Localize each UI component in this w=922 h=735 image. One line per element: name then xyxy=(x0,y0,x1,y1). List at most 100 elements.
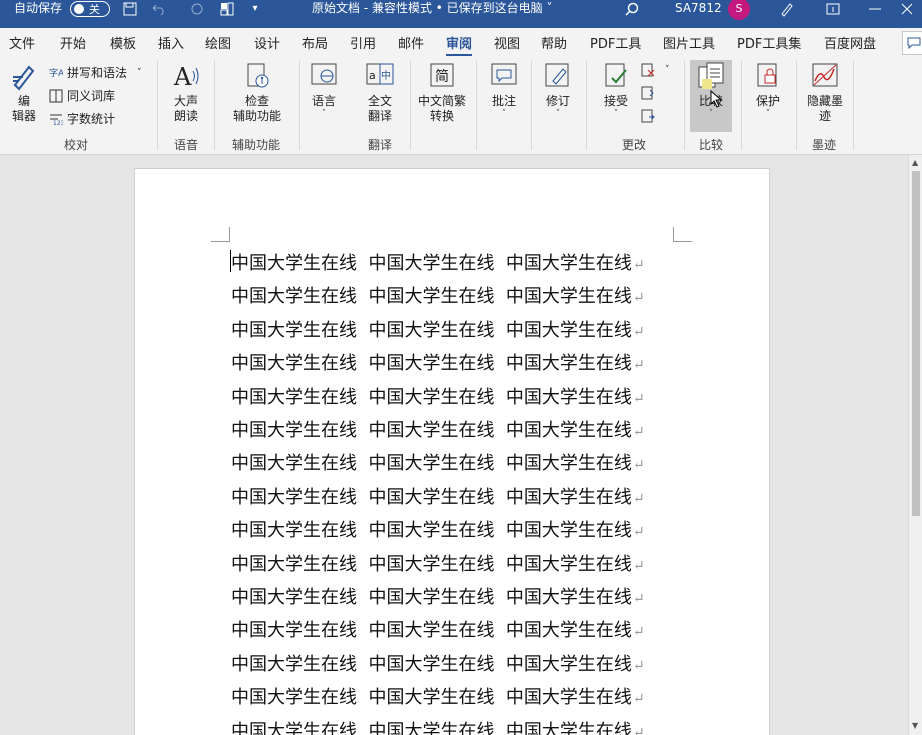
chevron-down-icon[interactable]: ˅ xyxy=(665,65,670,75)
chevron-down-icon[interactable]: ˅ xyxy=(137,68,142,78)
editor-button[interactable]: 编 辑器 xyxy=(6,60,42,124)
compare-icon xyxy=(695,60,727,92)
close-icon[interactable] xyxy=(898,0,916,17)
scroll-down-arrow-icon[interactable]: ▼ xyxy=(912,721,918,730)
spelling-grammar-button[interactable]: 字A 拼写和语法 ˅ xyxy=(48,64,142,81)
redo-icon[interactable] xyxy=(188,0,206,17)
document-page[interactable]: 中国大学生在线 中国大学生在线 中国大学生在线↵ 中国大学生在线 中国大学生在线 … xyxy=(134,168,770,735)
word-count-button[interactable]: 123 字数统计 xyxy=(48,110,115,127)
word-count-label: 字数统计 xyxy=(67,112,116,126)
tab-layout[interactable]: 布局 xyxy=(302,33,328,52)
thesaurus-label: 同义词库 xyxy=(67,89,116,103)
customize-qat-icon[interactable]: ▾ xyxy=(248,0,262,17)
group-divider xyxy=(214,60,215,150)
next-change-button[interactable] xyxy=(640,108,659,124)
reject-button[interactable]: ˅ xyxy=(640,62,670,78)
undo-icon[interactable] xyxy=(150,0,168,17)
svg-text:字A: 字A xyxy=(49,67,63,79)
hide-ink-button[interactable]: 隐藏墨 迹 xyxy=(802,60,848,124)
document-line-text: 中国大学生在线 中国大学生在线 中国大学生在线 xyxy=(231,453,632,475)
document-line-text: 中国大学生在线 中国大学生在线 中国大学生在线 xyxy=(231,486,632,508)
spelling-label: 拼写和语法 xyxy=(67,66,128,80)
tab-home[interactable]: 开始 xyxy=(60,33,86,52)
compare-button[interactable]: 比较 ˅ xyxy=(692,60,730,119)
group-label-compare: 比较 xyxy=(699,138,724,152)
crop-mark xyxy=(673,227,692,242)
translate-button[interactable]: a中 全文 翻译 xyxy=(360,60,400,124)
check-accessibility-button[interactable]: 检查 辅助功能 xyxy=(224,60,290,124)
tab-file[interactable]: 文件 xyxy=(9,33,35,52)
read-aloud-icon: A xyxy=(170,60,202,92)
document-line[interactable]: 中国大学生在线 中国大学生在线 中国大学生在线↵ xyxy=(231,483,645,509)
document-line[interactable]: 中国大学生在线 中国大学生在线 中国大学生在线↵ xyxy=(231,383,645,409)
svg-text:A: A xyxy=(173,63,192,91)
document-line[interactable]: 中国大学生在线 中国大学生在线 中国大学生在线↵ xyxy=(231,717,645,735)
comment-icon xyxy=(488,60,520,92)
paragraph-mark-icon: ↵ xyxy=(632,591,645,607)
track-changes-button[interactable]: 修订 ˅ xyxy=(540,60,576,119)
document-line[interactable]: 中国大学生在线 中国大学生在线 中国大学生在线↵ xyxy=(231,316,645,342)
tab-review[interactable]: 审阅 xyxy=(446,33,473,57)
svg-text:简: 简 xyxy=(435,68,449,85)
document-line[interactable]: 中国大学生在线 中国大学生在线 中国大学生在线↵ xyxy=(231,583,645,609)
document-line[interactable]: 中国大学生在线 中国大学生在线 中国大学生在线↵ xyxy=(231,416,645,442)
mouse-cursor-icon xyxy=(710,90,723,108)
tab-references[interactable]: 引用 xyxy=(350,33,376,52)
tab-baidu-netdisk[interactable]: 百度网盘 xyxy=(824,33,876,52)
read-aloud-label: 大声 朗读 xyxy=(173,94,198,123)
paragraph-mark-icon: ↵ xyxy=(632,524,645,541)
group-divider xyxy=(531,60,532,150)
autosave-toggle[interactable]: 关 xyxy=(70,1,110,17)
protect-icon xyxy=(752,60,784,92)
document-line[interactable]: 中国大学生在线 中国大学生在线 中国大学生在线↵ xyxy=(231,249,645,275)
document-line[interactable]: 中国大学生在线 中国大学生在线 中国大学生在线↵ xyxy=(231,282,645,308)
document-line[interactable]: 中国大学生在线 中国大学生在线 中国大学生在线↵ xyxy=(231,550,645,576)
paragraph-mark-icon: ↵ xyxy=(632,691,645,708)
avatar[interactable]: S xyxy=(728,0,750,20)
tab-help[interactable]: 帮助 xyxy=(541,33,567,52)
minimize-icon[interactable] xyxy=(866,0,884,17)
language-button[interactable]: 语言 ˅ xyxy=(306,60,342,119)
scrollbar-thumb[interactable] xyxy=(912,171,920,516)
layout-icon[interactable] xyxy=(218,0,236,17)
save-icon[interactable] xyxy=(121,0,139,17)
tab-pdf-tools[interactable]: PDF工具 xyxy=(590,33,641,52)
tab-view[interactable]: 视图 xyxy=(494,33,520,52)
tab-pdf-toolset[interactable]: PDF工具集 xyxy=(737,33,801,52)
editor-label: 编 辑器 xyxy=(11,94,36,123)
user-name[interactable]: SA7812 xyxy=(675,0,722,17)
document-line[interactable]: 中国大学生在线 中国大学生在线 中国大学生在线↵ xyxy=(231,650,645,676)
paragraph-mark-icon: ↵ xyxy=(632,390,645,407)
tab-insert[interactable]: 插入 xyxy=(158,33,184,52)
document-line-text: 中国大学生在线 中国大学生在线 中国大学生在线 xyxy=(231,587,632,608)
document-canvas[interactable]: 中国大学生在线 中国大学生在线 中国大学生在线↵ 中国大学生在线 中国大学生在线 … xyxy=(0,155,908,735)
ribbon-display-icon[interactable] xyxy=(824,0,842,17)
tab-mailings[interactable]: 邮件 xyxy=(398,33,424,52)
vertical-scrollbar[interactable]: ▲ ▼ xyxy=(908,155,922,735)
scroll-up-arrow-icon[interactable]: ▲ xyxy=(912,158,918,167)
paragraph-mark-icon: ↵ xyxy=(632,624,645,641)
previous-change-button[interactable] xyxy=(640,85,659,101)
document-line[interactable]: 中国大学生在线 中国大学生在线 中国大学生在线↵ xyxy=(231,516,645,542)
document-line[interactable]: 中国大学生在线 中国大学生在线 中国大学生在线↵ xyxy=(231,449,645,475)
read-aloud-button[interactable]: A 大声 朗读 xyxy=(168,60,204,124)
comments-button[interactable] xyxy=(902,31,922,55)
pen-icon[interactable] xyxy=(778,0,796,17)
tab-design[interactable]: 设计 xyxy=(254,33,280,52)
thesaurus-button[interactable]: 同义词库 xyxy=(48,87,115,104)
tab-draw[interactable]: 绘图 xyxy=(205,33,231,52)
document-line[interactable]: 中国大学生在线 中国大学生在线 中国大学生在线↵ xyxy=(231,349,645,375)
document-line[interactable]: 中国大学生在线 中国大学生在线 中国大学生在线↵ xyxy=(231,683,645,709)
tab-picture-tools[interactable]: 图片工具 xyxy=(663,33,715,52)
search-icon[interactable] xyxy=(624,0,640,17)
tab-templates[interactable]: 模板 xyxy=(110,33,136,52)
document-title[interactable]: 原始文档 - 兼容性模式 • 已保存到这台电脑 ˅ xyxy=(312,0,553,17)
comment-button[interactable]: 批注 ˅ xyxy=(486,60,522,119)
document-line[interactable]: 中国大学生在线 中国大学生在线 中国大学生在线↵ xyxy=(231,616,645,642)
protect-button[interactable]: 保护 ˅ xyxy=(750,60,786,119)
chinese-conversion-button[interactable]: 简 中文简繁 转换 xyxy=(414,60,470,124)
group-label-proofing: 校对 xyxy=(64,138,89,152)
autosave-label: 自动保存 xyxy=(14,1,63,15)
accept-button[interactable]: 接受 ˅ xyxy=(598,60,634,119)
paragraph-mark-icon: ↵ xyxy=(632,290,645,307)
